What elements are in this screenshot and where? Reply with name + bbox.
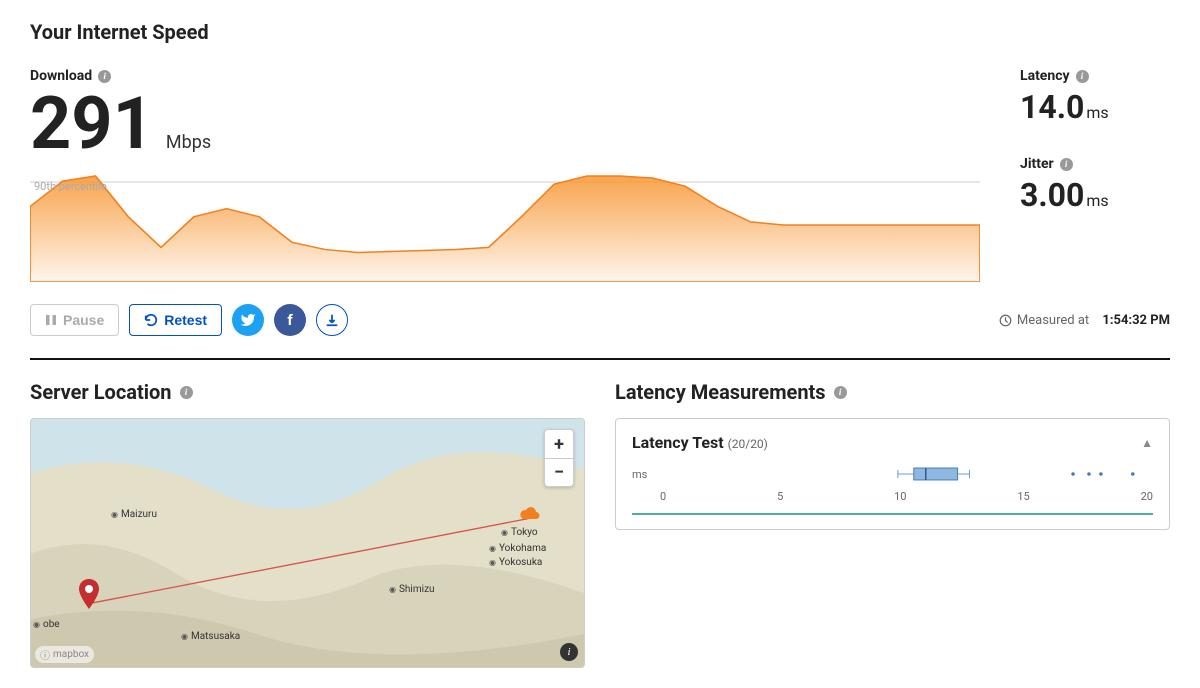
mapbox-icon: ⓘ [40, 647, 50, 662]
map-city-label: Shimizu [389, 584, 435, 595]
download-value: 291 [30, 88, 154, 160]
latency-unit: ms [1086, 103, 1108, 122]
jitter-label: Jitter [1020, 156, 1054, 172]
map-attribution[interactable]: ⓘ mapbox [35, 646, 94, 663]
latency-label: Latency [1020, 68, 1070, 84]
jitter-unit: ms [1086, 191, 1108, 210]
location-pin-icon [77, 579, 101, 609]
progress-bar [632, 513, 1153, 515]
axis-tick: 5 [777, 490, 783, 503]
facebook-icon: f [287, 311, 292, 329]
info-icon[interactable]: i [180, 386, 193, 399]
info-icon[interactable]: i [1076, 70, 1089, 83]
measured-prefix: Measured at [1017, 313, 1089, 328]
map-city-label: obe [33, 619, 60, 630]
pause-label: Pause [63, 312, 104, 328]
info-icon[interactable]: i [834, 386, 847, 399]
latency-unit-label: ms [632, 468, 647, 481]
latency-test-panel: Latency Test (20/20) ▲ ms 0 5 10 15 20 [615, 418, 1170, 530]
jitter-metric: Jitter i 3.00ms [1020, 156, 1170, 214]
latency-boxplot [655, 462, 1153, 486]
map-zoom-control: + − [544, 429, 574, 487]
share-twitter-button[interactable] [232, 304, 264, 336]
latency-measurements-title: Latency Measurements [615, 380, 826, 404]
map-city-label: Yokosuka [489, 557, 542, 568]
measured-time: 1:54:32 PM [1102, 313, 1170, 328]
latency-test-count: (20/20) [728, 437, 768, 451]
download-results-button[interactable] [316, 304, 348, 336]
percentile-label: 90th percentile [34, 180, 107, 193]
latency-test-title: Latency Test [632, 433, 724, 452]
map-city-label: Tokyo [501, 527, 538, 538]
axis-tick: 20 [1141, 490, 1153, 503]
collapse-button[interactable]: ▲ [1141, 436, 1153, 450]
download-unit: Mbps [166, 132, 211, 153]
refresh-icon [144, 313, 158, 327]
twitter-icon [240, 312, 256, 328]
map-city-label: Maizuru [111, 509, 157, 520]
download-section: Download i 291 Mbps 90th percentile [30, 68, 980, 282]
info-icon[interactable]: i [1060, 158, 1073, 171]
latency-metric: Latency i 14.0ms [1020, 68, 1170, 126]
axis-tick: 15 [1017, 490, 1029, 503]
retest-button[interactable]: Retest [129, 304, 222, 336]
zoom-out-button[interactable]: − [545, 458, 573, 486]
zoom-in-button[interactable]: + [545, 430, 573, 458]
page-title: Your Internet Speed [30, 20, 1170, 44]
pause-icon [45, 314, 57, 326]
axis-tick: 10 [894, 490, 906, 503]
latency-value: 14.0 [1020, 88, 1084, 126]
map-city-label: Matsusaka [181, 631, 240, 642]
retest-label: Retest [164, 312, 207, 328]
latency-axis-ticks: 0 5 10 15 20 [660, 490, 1153, 503]
jitter-value: 3.00 [1020, 176, 1084, 214]
axis-tick: 0 [660, 490, 666, 503]
cloudflare-icon [518, 505, 540, 519]
download-chart: 90th percentile [30, 172, 980, 282]
server-location-map[interactable]: Maizuru obe Matsusaka Shimizu Tokyo Yoko… [30, 418, 585, 668]
divider [30, 358, 1170, 360]
server-location-title: Server Location [30, 380, 172, 404]
measured-at: Measured at 1:54:32 PM [999, 313, 1170, 328]
download-icon [325, 313, 339, 327]
map-info-button[interactable]: i [560, 643, 578, 661]
clock-icon [999, 314, 1012, 327]
map-city-label: Yokohama [489, 543, 546, 554]
pause-button[interactable]: Pause [30, 304, 119, 336]
share-facebook-button[interactable]: f [274, 304, 306, 336]
